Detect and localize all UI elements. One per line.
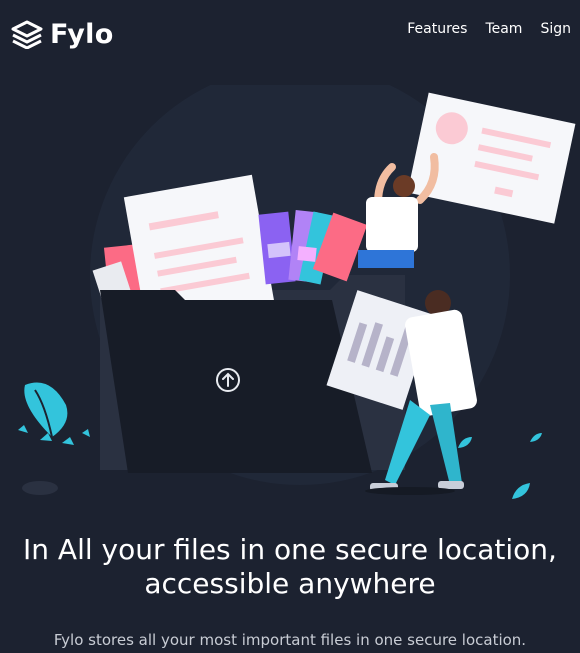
brand-name: Fylo [50,18,114,50]
nav-features[interactable]: Features [407,21,467,37]
hero-illustration [0,85,580,515]
stacked-layers-icon [11,20,43,49]
logo[interactable]: Fylo [10,16,114,52]
illustration-svg [18,85,576,499]
leaf-icon [512,483,530,499]
hero-headline: In All your files in one secure location… [0,533,580,601]
headline-line-2: accessible anywhere [144,567,436,600]
headline-line-1: In All your files in one secure location… [23,533,557,566]
site-header: Fylo Features Team Sign [0,0,580,64]
nav-team[interactable]: Team [485,21,522,37]
hero-subtext: Fylo stores all your most important file… [53,631,527,649]
leaf-icon [458,437,472,448]
main-nav: Features Team Sign [407,21,571,37]
leaf-icon [530,433,542,442]
nav-sign[interactable]: Sign [540,21,571,37]
leaf-plant-icon [18,382,90,495]
